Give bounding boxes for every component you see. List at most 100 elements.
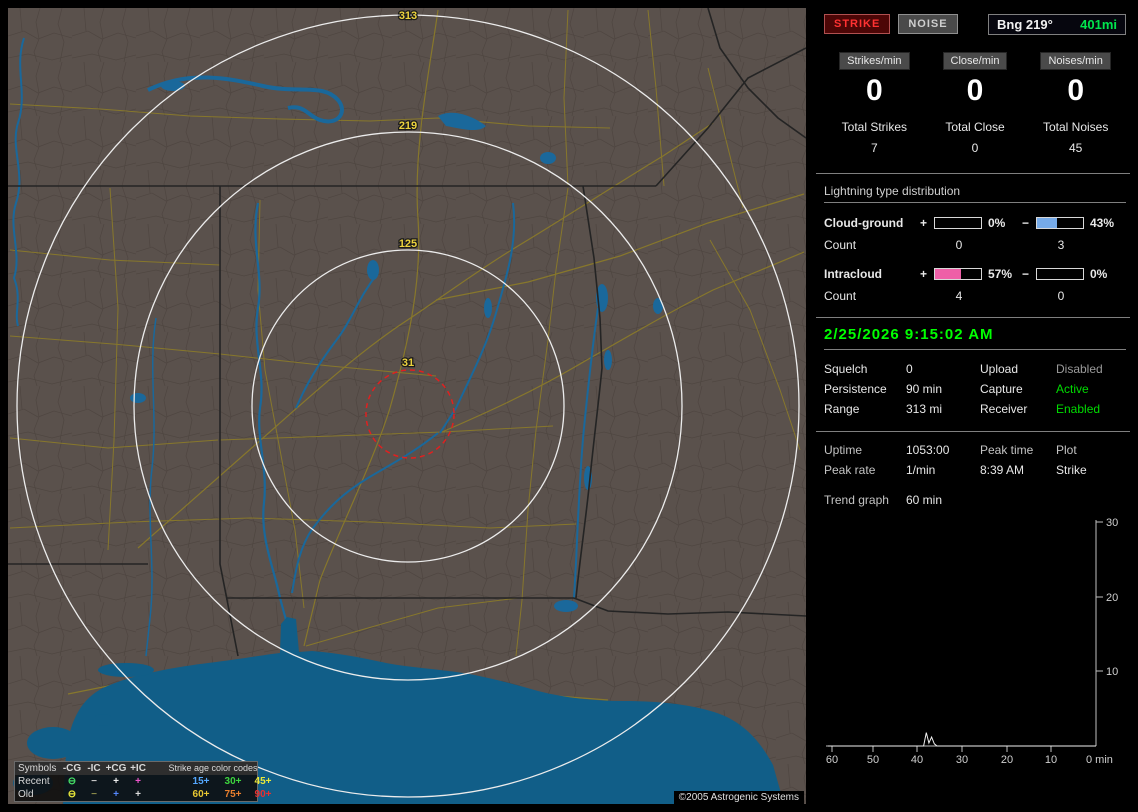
origin-tick: 0 min	[1086, 754, 1113, 766]
bearing-label: Bng 219°	[997, 16, 1053, 32]
strikes-per-min: Strikes/min 0	[824, 52, 925, 108]
total-noises-label: Total Noises	[1042, 120, 1109, 134]
total-close: Total Close 0	[925, 120, 1026, 155]
intracloud-label: Intracloud	[824, 267, 883, 281]
trend-chart-canvas: 30 20 10 0 min 60 50 40 30 20 10	[826, 517, 1118, 766]
squelch-value: 0	[906, 362, 913, 376]
map-canvas: 313 219 125 31	[8, 8, 806, 804]
peak-time-label: Peak time	[980, 443, 1034, 457]
range-label: Range	[824, 402, 860, 416]
close-per-min: Close/min 0	[925, 52, 1026, 108]
strikes-per-min-value: 0	[865, 74, 883, 107]
legend-row-label: Recent	[18, 776, 50, 787]
y-tick-30: 30	[1106, 517, 1118, 529]
old-pcg-icon: +	[113, 789, 119, 800]
trend-graph-label: Trend graph	[824, 493, 889, 507]
legend-old-row: Old ⊖ − + + 60+ 75+ 90+	[15, 788, 271, 801]
bearing-distance: 401mi	[1080, 16, 1117, 32]
total-strikes-value: 7	[870, 141, 878, 155]
range-value: 313 mi	[906, 402, 943, 416]
time-status-section: 2/25/2026 9:15:02 AM Squelch 0 Upload Di…	[816, 318, 1130, 432]
mode-toolbar: STRIKE NOISE Bng 219° 401mi	[816, 12, 1130, 36]
peak-rate-value: 1/min	[906, 463, 936, 477]
total-noises-value: 45	[1069, 141, 1083, 155]
range-label-125: 125	[399, 238, 417, 250]
recent-pic-icon: +	[135, 776, 141, 787]
trend-graph-header: Trend graph 60 min	[824, 490, 1126, 510]
map-legend: Symbols -CG -IC +CG +IC Strike age color…	[14, 761, 271, 802]
total-close-value: 0	[971, 141, 979, 155]
info-row: Peak rate 1/min 8:39 AM Strike	[824, 460, 1126, 480]
rates-section: Strikes/min 0 Close/min 0 Noises/min 0 T…	[816, 52, 1130, 174]
recent-pcg-icon: +	[113, 776, 119, 787]
noises-per-min-label: Noises/min	[1040, 52, 1111, 70]
recent-nic-icon: −	[91, 776, 97, 787]
old-nic-icon: −	[91, 789, 97, 800]
lightning-map[interactable]: 313 219 125 31 Symbols -CG -IC +CG +IC S…	[8, 8, 806, 804]
ic-minus-pct: 0%	[1090, 267, 1108, 281]
plus-sign: +	[920, 267, 928, 281]
age-15: 15+	[192, 776, 210, 787]
count-label: Count	[824, 238, 857, 252]
info-section: Uptime 1053:00 Peak time Plot Peak rate …	[816, 432, 1130, 779]
recent-ncg-icon: ⊖	[67, 776, 77, 787]
uptime-value: 1053:00	[906, 443, 950, 457]
minus-sign: −	[1022, 216, 1030, 230]
noise-mode-button[interactable]: NOISE	[898, 14, 958, 34]
persistence-label: Persistence	[824, 382, 887, 396]
age-45: 45+	[254, 776, 272, 787]
x-tick-10: 10	[1045, 754, 1057, 766]
strike-mode-button[interactable]: STRIKE	[824, 14, 891, 34]
close-per-min-value: 0	[966, 74, 984, 107]
receiver-status: Enabled	[1056, 402, 1101, 416]
sidebar: STRIKE NOISE Bng 219° 401mi Strikes/min …	[816, 8, 1130, 804]
count-label: Count	[824, 289, 857, 303]
age-30: 30+	[224, 776, 242, 787]
legend-recent-row: Recent ⊖ − + + 15+ 30+ 45+	[15, 775, 271, 788]
noises-per-min-value: 0	[1067, 74, 1085, 107]
trend-line-series	[828, 732, 1096, 747]
status-row: Range 313 mi Receiver Enabled	[824, 399, 1126, 419]
y-tick-10: 10	[1106, 666, 1118, 678]
legend-symbols-header: Symbols	[18, 763, 57, 774]
x-tick-30: 30	[956, 754, 968, 766]
strikes-per-min-label: Strikes/min	[839, 52, 910, 70]
trend-graph-duration: 60 min	[906, 493, 943, 507]
info-row: Uptime 1053:00 Peak time Plot	[824, 440, 1126, 460]
cg-plus-bar	[934, 217, 982, 229]
close-per-min-label: Close/min	[942, 52, 1008, 70]
trend-chart: 30 20 10 0 min 60 50 40 30 20 10	[824, 514, 1126, 779]
cloud-ground-count-row: Count 0 3	[824, 236, 1126, 254]
cg-plus-count: 0	[955, 238, 963, 252]
upload-label: Upload	[980, 362, 1019, 376]
x-tick-60: 60	[826, 754, 838, 766]
age-60: 60+	[192, 789, 210, 800]
legend-col-nic: -IC	[87, 763, 101, 774]
plot-label: Plot	[1056, 443, 1077, 457]
noises-per-min: Noises/min 0	[1025, 52, 1126, 108]
squelch-label: Squelch	[824, 362, 868, 376]
cg-plus-pct: 0%	[988, 216, 1006, 230]
plot-value: Strike	[1056, 463, 1087, 477]
datetime-display: 2/25/2026 9:15:02 AM	[824, 326, 1126, 350]
capture-status: Active	[1056, 382, 1089, 396]
total-close-label: Total Close	[945, 120, 1005, 134]
distribution-title: Lightning type distribution	[824, 180, 1126, 203]
uptime-label: Uptime	[824, 443, 863, 457]
ic-plus-count: 4	[955, 289, 963, 303]
legend-header-row: Symbols -CG -IC +CG +IC Strike age color…	[15, 762, 258, 775]
plus-sign: +	[920, 216, 928, 230]
age-75: 75+	[224, 789, 242, 800]
receiver-label: Receiver	[980, 402, 1028, 416]
capture-label: Capture	[980, 382, 1023, 396]
range-label-313: 313	[399, 10, 417, 22]
age-90: 90+	[254, 789, 272, 800]
cg-minus-bar	[1036, 217, 1084, 229]
chart-tick-labels: 30 20 10 0 min 60 50 40 30 20 10	[826, 517, 1118, 766]
old-pic-icon: +	[135, 789, 141, 800]
y-tick-20: 20	[1106, 592, 1118, 604]
status-row: Squelch 0 Upload Disabled	[824, 359, 1126, 379]
range-label-31: 31	[402, 357, 414, 369]
cloud-ground-row: Cloud-ground + 0% − 43%	[824, 212, 1126, 234]
status-grid: Squelch 0 Upload Disabled Persistence 90…	[824, 359, 1126, 419]
